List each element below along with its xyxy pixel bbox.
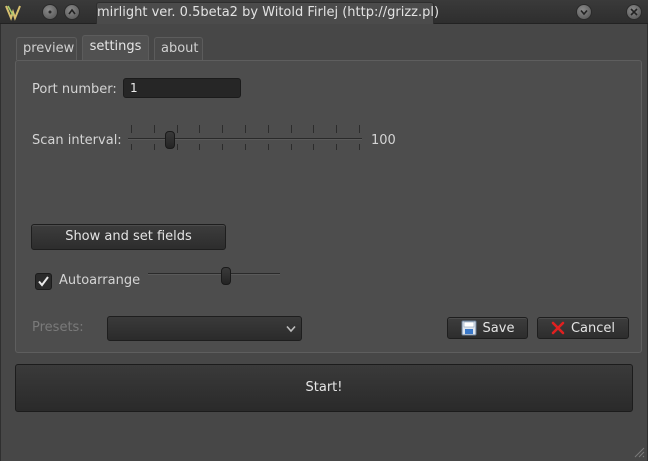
cancel-x-icon [551,321,565,335]
menu-chevron-button[interactable] [576,4,592,20]
cancel-label: Cancel [570,320,616,336]
shade-button[interactable] [64,4,80,20]
slider-tick [267,144,269,150]
scan-interval-value: 100 [371,133,396,148]
autoarrange-slider-track [148,273,280,275]
slider-tick [313,144,315,150]
tab-settings[interactable]: settings [82,35,149,61]
app-logo-icon[interactable] [4,3,22,21]
tab-preview[interactable]: preview [16,37,77,60]
scan-slider-handle[interactable] [165,131,176,149]
presets-label: Presets: [32,320,84,335]
checkmark-icon [38,276,49,287]
start-label: Start! [305,380,343,395]
slider-tick [222,125,224,133]
slider-tick [313,125,315,133]
port-number-input[interactable] [123,78,241,98]
slider-tick [176,125,178,133]
slider-tick [176,144,178,150]
slider-tick [267,125,269,133]
window-titlebar: mirlight ver. 0.5beta2 by Witold Firlej … [0,0,648,24]
slider-tick [199,144,201,150]
minimize-button[interactable] [42,4,58,20]
scan-interval-label: Scan interval: [32,133,122,148]
window-title: mirlight ver. 0.5beta2 by Witold Firlej … [96,2,439,24]
autoarrange-checkbox[interactable] [35,273,52,290]
save-icon [461,320,477,336]
port-number-label: Port number: [32,82,117,97]
chevron-down-icon [286,325,296,333]
save-label: Save [482,320,515,336]
show-and-set-fields-label: Show and set fields [65,229,192,244]
slider-tick [245,125,246,133]
slider-tick [336,125,338,133]
slider-tick [290,125,292,133]
tab-about[interactable]: about [154,37,203,60]
slider-tick [336,144,338,150]
cancel-button[interactable]: Cancel [537,317,629,339]
autoarrange-label: Autoarrange [59,273,141,288]
autoarrange-slider-handle[interactable] [220,267,231,285]
slider-tick [222,144,224,150]
slider-tick [359,144,360,150]
slider-tick [131,125,132,133]
settings-panel [15,60,642,353]
slider-tick [153,144,155,150]
slider-tick [131,144,132,150]
slider-tick [359,125,360,133]
show-and-set-fields-button[interactable]: Show and set fields [31,224,226,250]
resize-grip-icon[interactable] [633,446,645,458]
slider-tick [245,144,246,150]
close-window-button[interactable] [626,4,642,20]
slider-tick [290,144,292,150]
save-button[interactable]: Save [447,317,528,339]
presets-dropdown[interactable] [107,316,302,341]
scan-slider-track [128,138,362,140]
start-button[interactable]: Start! [15,364,633,412]
slider-tick [199,125,201,133]
slider-tick [153,125,155,133]
